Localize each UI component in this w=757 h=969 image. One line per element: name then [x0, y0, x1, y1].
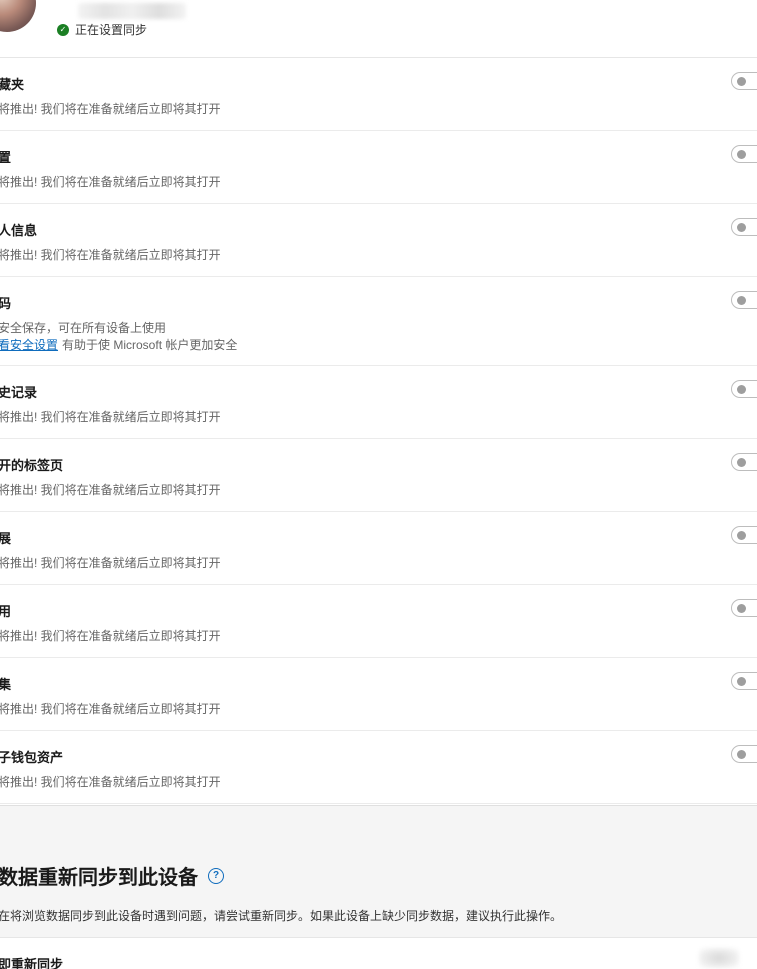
profile-header: ✓ 正在设置同步	[0, 0, 757, 58]
sync-status-text: 正在设置同步	[75, 23, 148, 37]
toggle-knob	[737, 750, 746, 759]
personal-info-toggle[interactable]	[731, 218, 757, 236]
sync-item-title: 码	[0, 296, 12, 311]
security-settings-link[interactable]: 看安全设置	[0, 338, 58, 352]
sync-check-icon: ✓	[57, 23, 69, 36]
resync-now-row: 即重新同步	[0, 937, 757, 969]
sync-item-desc: 将推出! 我们将在准备就绪后立即将其打开	[0, 410, 221, 424]
sync-item-open-tabs: 开的标签页 将推出! 我们将在准备就绪后立即将其打开	[0, 439, 757, 512]
toggle-knob	[737, 150, 746, 159]
collections-toggle[interactable]	[731, 672, 757, 690]
resync-now-label: 即重新同步	[0, 957, 64, 969]
apps-toggle[interactable]	[731, 599, 757, 617]
sync-item-desc: 将推出! 我们将在准备就绪后立即将其打开	[0, 629, 221, 643]
settings-toggle[interactable]	[731, 145, 757, 163]
toggle-knob	[737, 296, 746, 305]
toggle-knob	[737, 531, 746, 540]
security-settings-suffix: 有助于使 Microsoft 帐户更加安全	[62, 338, 238, 352]
sync-item-desc: 将推出! 我们将在准备就绪后立即将其打开	[0, 175, 221, 189]
sync-item-desc: 将推出! 我们将在准备就绪后立即将其打开	[0, 248, 221, 262]
toggle-knob	[737, 77, 746, 86]
sync-item-title: 开的标签页	[0, 458, 64, 473]
toggle-knob	[737, 223, 746, 232]
resync-now-button[interactable]	[699, 948, 739, 968]
resync-section: 数据重新同步到此设备 ? 在将浏览数据同步到此设备时遇到问题，请尝试重新同步。如…	[0, 805, 757, 969]
history-toggle[interactable]	[731, 380, 757, 398]
sync-items-list: 藏夹 将推出! 我们将在准备就绪后立即将其打开 置 将推出! 我们将在准备就绪后…	[0, 58, 757, 804]
sync-item-title: 史记录	[0, 385, 38, 400]
sync-item-title: 子钱包资产	[0, 750, 64, 765]
resync-description: 在将浏览数据同步到此设备时遇到问题，请尝试重新同步。如果此设备上缺少同步数据，建…	[0, 909, 563, 923]
sync-item-desc: 将推出! 我们将在准备就绪后立即将其打开	[0, 702, 221, 716]
sync-settings-page: ✓ 正在设置同步 藏夹 将推出! 我们将在准备就绪后立即将其打开 置 将推出! …	[0, 0, 757, 969]
sync-item-title: 人信息	[0, 223, 38, 238]
sync-item-history: 史记录 将推出! 我们将在准备就绪后立即将其打开	[0, 366, 757, 439]
resync-section-title: 数据重新同步到此设备 ?	[0, 861, 224, 890]
sync-item-desc: 将推出! 我们将在准备就绪后立即将其打开	[0, 556, 221, 570]
passwords-toggle[interactable]	[731, 291, 757, 309]
sync-item-title: 展	[0, 531, 12, 546]
sync-item-extensions: 展 将推出! 我们将在准备就绪后立即将其打开	[0, 512, 757, 585]
sync-item-collections: 集 将推出! 我们将在准备就绪后立即将其打开	[0, 658, 757, 731]
sync-item-desc: 安全保存，可在所有设备上使用	[0, 321, 167, 335]
sync-item-personal-info: 人信息 将推出! 我们将在准备就绪后立即将其打开	[0, 204, 757, 277]
toggle-knob	[737, 385, 746, 394]
extensions-toggle[interactable]	[731, 526, 757, 544]
resync-title-text: 数据重新同步到此设备	[0, 867, 198, 889]
sync-item-desc: 将推出! 我们将在准备就绪后立即将其打开	[0, 483, 221, 497]
sync-item-settings: 置 将推出! 我们将在准备就绪后立即将其打开	[0, 131, 757, 204]
toggle-knob	[737, 604, 746, 613]
help-circle-icon[interactable]: ?	[208, 867, 224, 884]
toggle-knob	[737, 458, 746, 467]
toggle-knob	[737, 677, 746, 686]
sync-item-desc: 将推出! 我们将在准备就绪后立即将其打开	[0, 102, 221, 116]
sync-item-title: 置	[0, 150, 12, 165]
sync-item-title: 藏夹	[0, 77, 25, 92]
sync-item-apps: 用 将推出! 我们将在准备就绪后立即将其打开	[0, 585, 757, 658]
sync-item-desc: 将推出! 我们将在准备就绪后立即将其打开	[0, 775, 221, 789]
sync-item-title: 集	[0, 677, 12, 692]
favorites-toggle[interactable]	[731, 72, 757, 90]
avatar	[0, 0, 36, 32]
wallet-assets-toggle[interactable]	[731, 745, 757, 763]
sync-status: ✓ 正在设置同步	[57, 21, 147, 38]
sync-item-favorites: 藏夹 将推出! 我们将在准备就绪后立即将其打开	[0, 58, 757, 131]
sync-item-wallet-assets: 子钱包资产 将推出! 我们将在准备就绪后立即将其打开	[0, 731, 757, 804]
blurred-account-name	[78, 3, 186, 19]
open-tabs-toggle[interactable]	[731, 453, 757, 471]
sync-item-title: 用	[0, 604, 12, 619]
sync-item-passwords: 码 安全保存，可在所有设备上使用 看安全设置 有助于使 Microsoft 帐户更…	[0, 277, 757, 366]
security-settings-line: 看安全设置 有助于使 Microsoft 帐户更加安全	[0, 336, 237, 353]
